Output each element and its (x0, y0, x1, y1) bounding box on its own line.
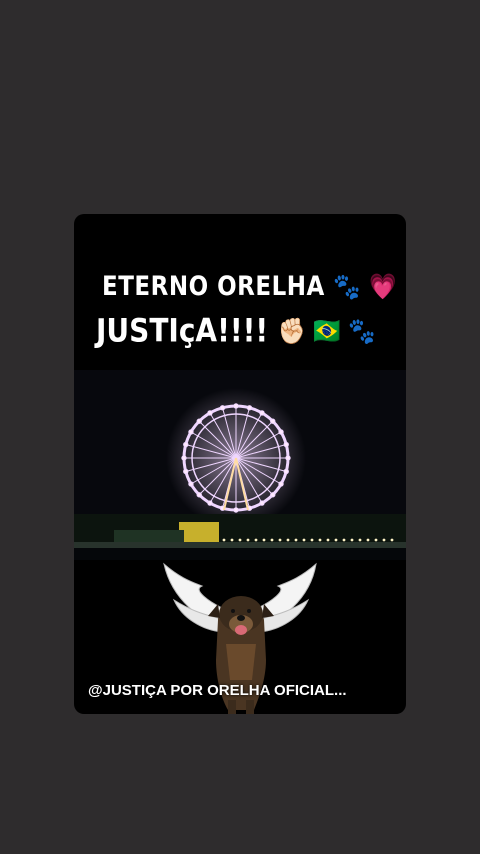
wheel-gondola (283, 441, 289, 448)
headline-emojis: 🐾 💗 🕊 (333, 273, 406, 302)
shore-light (358, 538, 362, 542)
shore-light (326, 538, 330, 542)
wheel-gondola (285, 455, 291, 461)
headline-eterno-orelha: ETERNO ORELHA 🐾 💗 🕊 (102, 272, 406, 302)
shore-light (390, 538, 394, 542)
headline-justica: JUSTIçA!!!! ✊🏻 🇧🇷 🐾 (96, 312, 375, 350)
wheel-gondola (219, 405, 226, 411)
wheel-gondola (246, 405, 253, 411)
story-card: ETERNO ORELHA 🐾 💗 🕊 JUSTIçA!!!! ✊🏻 🇧🇷 🐾 (74, 214, 406, 714)
shore-light (230, 538, 234, 542)
wheel-gondola (207, 410, 213, 416)
wheel-gondola (181, 455, 187, 461)
wheel-gondola (233, 403, 239, 409)
wheel-gondola (278, 481, 284, 487)
wheel-gondola (183, 468, 189, 475)
headline-text: ETERNO ORELHA (102, 272, 325, 302)
shore-light (270, 538, 274, 542)
justica-text: JUSTIçA!!!! (96, 311, 269, 350)
shore-light (246, 538, 250, 542)
shore-light (238, 538, 242, 542)
wheel-gondola (196, 492, 202, 498)
wheel-gondola (183, 441, 189, 448)
shore-light (334, 538, 338, 542)
wheel-gondola (259, 500, 265, 506)
wheel-gondola (207, 500, 213, 506)
shore-light (318, 538, 322, 542)
shore-light (254, 538, 258, 542)
justica-emojis: ✊🏻 🇧🇷 🐾 (277, 317, 376, 347)
shore-light (382, 538, 386, 542)
shore-light (310, 538, 314, 542)
shore-light (286, 538, 290, 542)
wheel-gondola (283, 468, 289, 475)
shore-light (294, 538, 298, 542)
wheel-gondola (270, 418, 276, 424)
wheel-gondola (233, 507, 239, 513)
wheel-gondola (259, 410, 265, 416)
wheel-gondola (188, 429, 194, 435)
story-handle: @JUSTIÇA POR ORELHA OFICIAL... (88, 682, 347, 699)
wheel-gondola (196, 418, 202, 424)
shore-light (222, 538, 226, 542)
wheel-gondola (278, 429, 284, 435)
shore-light (350, 538, 354, 542)
wheel-gondola (188, 481, 194, 487)
shore-light (342, 538, 346, 542)
shore-light (302, 538, 306, 542)
shore-light (366, 538, 370, 542)
wheel-gondola (270, 492, 276, 498)
shore-light (262, 538, 266, 542)
shore-light (278, 538, 282, 542)
shore-light (374, 538, 378, 542)
ferris-wheel-photo (74, 370, 406, 560)
